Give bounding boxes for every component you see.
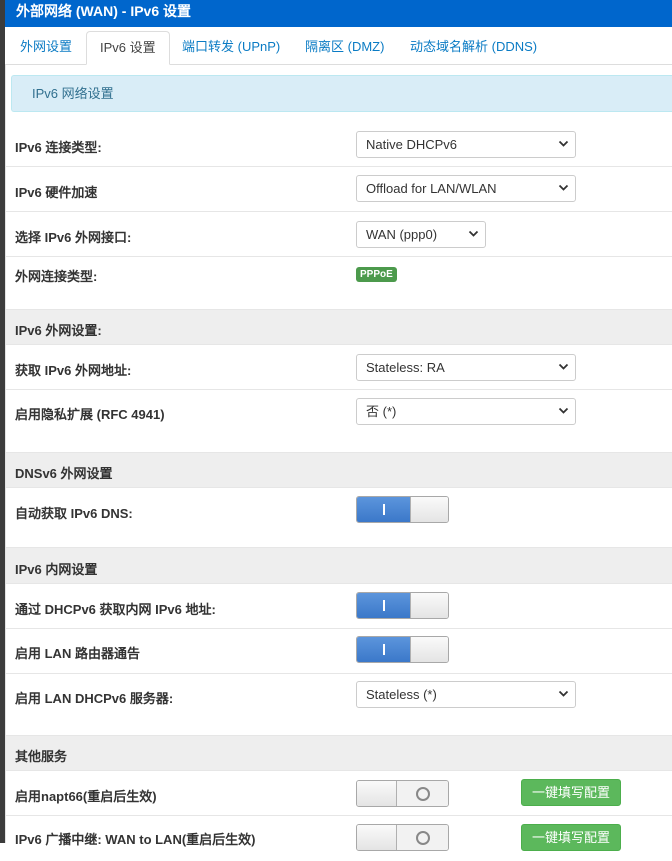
chevron-down-icon (558, 690, 569, 697)
section-dnsv6: DNSv6 外网设置 (6, 453, 672, 488)
napt66-autofill-button[interactable]: 一键填写配置 (521, 779, 621, 806)
row-hw-accel: IPv6 硬件加速 Offload for LAN/WLAN (6, 167, 672, 212)
row-label: 启用 LAN DHCPv6 服务器: (15, 691, 174, 706)
dhcp-server-select[interactable]: Stateless (*) (356, 681, 576, 708)
toggle-knob (410, 497, 448, 522)
tab-ipv6-settings[interactable]: IPv6 设置 (86, 31, 170, 65)
relay-toggle[interactable] (356, 824, 449, 851)
dhcp-lan-toggle[interactable] (356, 592, 449, 619)
row-label: IPv6 连接类型: (15, 140, 102, 155)
section-title: 其他服务 (15, 749, 68, 764)
auto-dns-toggle[interactable] (356, 496, 449, 523)
row-auto-dns: 自动获取 IPv6 DNS: (6, 488, 672, 548)
row-label: 选择 IPv6 外网接口: (15, 230, 132, 245)
chevron-down-icon (558, 140, 569, 147)
napt66-toggle[interactable] (356, 780, 449, 807)
hw-accel-select[interactable]: Offload for LAN/WLAN (356, 175, 576, 202)
chevron-down-icon (558, 407, 569, 414)
row-label: 通过 DHCPv6 获取内网 IPv6 地址: (15, 602, 216, 617)
tab-wan-settings[interactable]: 外网设置 (7, 31, 85, 65)
toggle-knob (410, 637, 448, 662)
row-dhcp-lan: 通过 DHCPv6 获取内网 IPv6 地址: (6, 584, 672, 629)
section-title: DNSv6 外网设置 (15, 466, 113, 481)
toggle-on-indicator (357, 497, 410, 522)
page-header: 外部网络 (WAN) - IPv6 设置 (5, 0, 672, 27)
toggle-on-indicator (357, 593, 410, 618)
select-value: Native DHCPv6 (366, 137, 458, 152)
router-advert-toggle[interactable] (356, 636, 449, 663)
toggle-on-indicator (357, 637, 410, 662)
info-banner: IPv6 网络设置 (11, 75, 672, 112)
row-label: 自动获取 IPv6 DNS: (15, 506, 133, 521)
tab-port-forward[interactable]: 端口转发 (UPnP) (169, 31, 293, 65)
toggle-knob (357, 825, 397, 850)
select-value: Stateless (*) (366, 687, 437, 702)
tab-dmz[interactable]: 隔离区 (DMZ) (292, 31, 397, 65)
section-ipv6-lan: IPv6 内网设置 (6, 548, 672, 584)
section-title: IPv6 内网设置 (15, 562, 98, 577)
chevron-down-icon (558, 363, 569, 370)
select-value: Offload for LAN/WLAN (366, 181, 497, 196)
row-wan-conn-type: 外网连接类型: PPPoE (6, 257, 672, 310)
select-value: Stateless: RA (366, 360, 445, 375)
section-other-services: 其他服务 (6, 736, 672, 771)
section-title: IPv6 外网设置: (15, 323, 102, 338)
toggle-knob (410, 593, 448, 618)
row-label: 获取 IPv6 外网地址: (15, 363, 132, 378)
row-dhcp-server: 启用 LAN DHCPv6 服务器: Stateless (*) (6, 674, 672, 736)
get-address-select[interactable]: Stateless: RA (356, 354, 576, 381)
row-ipv6-relay: IPv6 广播中继: WAN to LAN(重启后生效) 一键填写配置 (6, 816, 672, 861)
select-value: WAN (ppp0) (366, 227, 438, 242)
chevron-down-icon (468, 230, 479, 237)
row-napt66: 启用napt66(重启后生效) 一键填写配置 (6, 771, 672, 816)
page-title: 外部网络 (WAN) - IPv6 设置 (16, 3, 192, 19)
row-router-advert: 启用 LAN 路由器通告 (6, 629, 672, 674)
privacy-select[interactable]: 否 (*) (356, 398, 576, 425)
row-wan-iface: 选择 IPv6 外网接口: WAN (ppp0) (6, 212, 672, 257)
tab-ddns[interactable]: 动态域名解析 (DDNS) (397, 31, 550, 65)
toggle-off-indicator (397, 825, 448, 850)
row-label: 启用napt66(重启后生效) (15, 789, 157, 804)
chevron-down-icon (558, 184, 569, 191)
row-label: 启用 LAN 路由器通告 (15, 646, 140, 661)
relay-autofill-button[interactable]: 一键填写配置 (521, 824, 621, 851)
tab-bar: 外网设置 IPv6 设置 端口转发 (UPnP) 隔离区 (DMZ) 动态域名解… (5, 27, 672, 65)
toggle-off-indicator (397, 781, 448, 806)
toggle-knob (357, 781, 397, 806)
wan-iface-select[interactable]: WAN (ppp0) (356, 221, 486, 248)
row-label: 启用隐私扩展 (RFC 4941) (15, 407, 165, 422)
row-conn-type: IPv6 连接类型: Native DHCPv6 (6, 122, 672, 167)
row-label: IPv6 硬件加速 (15, 185, 98, 200)
section-ipv6-wan: IPv6 外网设置: (6, 310, 672, 345)
row-get-address: 获取 IPv6 外网地址: Stateless: RA (6, 345, 672, 390)
row-privacy: 启用隐私扩展 (RFC 4941) 否 (*) (6, 390, 672, 453)
conn-type-select[interactable]: Native DHCPv6 (356, 131, 576, 158)
row-label: 外网连接类型: (15, 269, 98, 284)
select-value: 否 (*) (366, 404, 397, 419)
pppoe-badge: PPPoE (356, 267, 397, 282)
row-label: IPv6 广播中继: WAN to LAN(重启后生效) (15, 832, 256, 847)
